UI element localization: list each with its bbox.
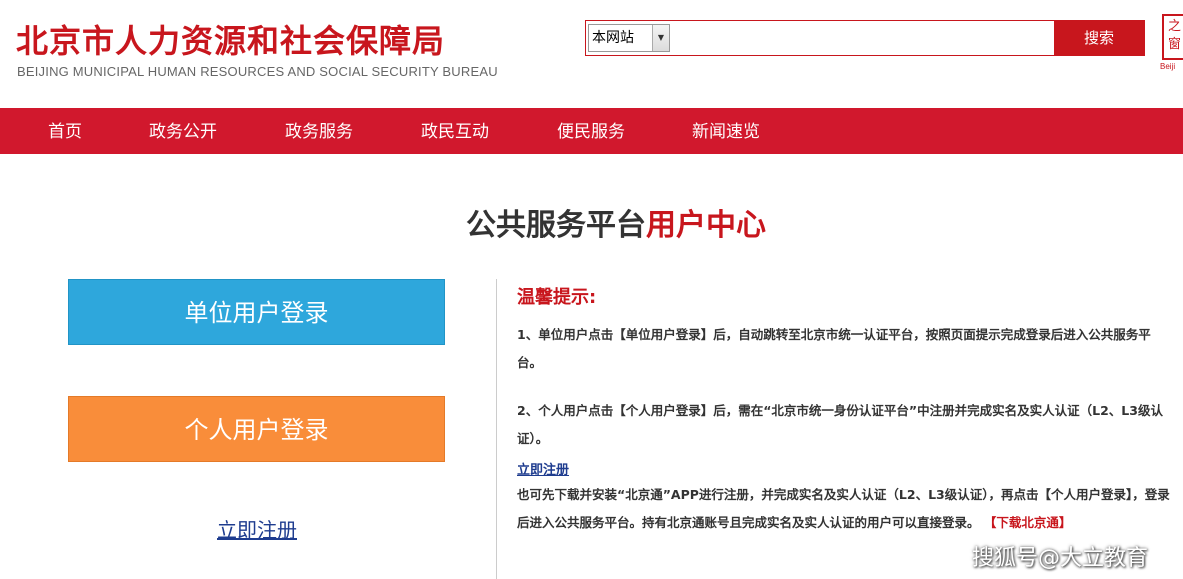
nav-item-news[interactable]: 新闻速览 xyxy=(692,108,760,154)
nav-item-public-services[interactable]: 便民服务 xyxy=(557,108,625,154)
tip-text-3: 也可先下载并安装“北京通”APP进行注册，并完成实名及实人认证（L2、L3级认证… xyxy=(517,481,1172,537)
site-title[interactable]: 北京市人力资源和社会保障局 xyxy=(16,16,445,62)
download-app-link[interactable]: 【下载北京通】 xyxy=(984,515,1072,530)
search-button[interactable]: 搜索 xyxy=(1054,21,1144,55)
beijing-window-logo[interactable]: 之窗 xyxy=(1162,14,1183,60)
chevron-down-icon[interactable]: ▼ xyxy=(652,25,669,51)
nav-item-interaction[interactable]: 政民互动 xyxy=(421,108,489,154)
register-link[interactable]: 立即注册 xyxy=(0,514,514,543)
tip-text-1: 1、单位用户点击【单位用户登录】后，自动跳转至北京市统一认证平台，按照页面提示完… xyxy=(517,327,1151,370)
search-bar: 本网站 ▼ 搜索 xyxy=(585,20,1145,56)
logo-glyph: 之窗 xyxy=(1168,19,1182,52)
search-scope-select[interactable]: 本网站 ▼ xyxy=(588,24,670,52)
tip-text-2: 2、个人用户点击【个人用户登录】后，需在“北京市统一身份认证平台”中注册并完成实… xyxy=(517,403,1163,446)
tips-title: 温馨提示: xyxy=(517,287,597,308)
search-scope-value: 本网站 xyxy=(592,30,634,46)
search-input[interactable] xyxy=(674,23,1056,55)
site-subtitle: BEIJING MUNICIPAL HUMAN RESOURCES AND SO… xyxy=(17,64,498,79)
nav-item-home[interactable]: 首页 xyxy=(48,108,82,154)
nav-item-government-services[interactable]: 政务服务 xyxy=(285,108,353,154)
nav-item-government-affairs[interactable]: 政务公开 xyxy=(149,108,217,154)
page-title-highlight: 用户中心 xyxy=(646,208,766,243)
tips-register-link[interactable]: 立即注册 xyxy=(517,459,569,478)
logo-caption: Beiji xyxy=(1160,62,1176,71)
divider xyxy=(496,279,497,579)
org-user-login-button[interactable]: 单位用户登录 xyxy=(68,279,445,345)
personal-user-login-button[interactable]: 个人用户登录 xyxy=(68,396,445,462)
page-title-main: 公共服务平台 xyxy=(466,208,646,243)
tip-text-3-body: 也可先下载并安装“北京通”APP进行注册，并完成实名及实人认证（L2、L3级认证… xyxy=(517,487,1170,530)
watermark: 搜狐号@大立教育 xyxy=(972,546,1149,571)
page-title: 公共服务平台用户中心 xyxy=(0,200,1183,244)
main-nav: 首页 政务公开 政务服务 政民互动 便民服务 新闻速览 xyxy=(0,108,1183,154)
